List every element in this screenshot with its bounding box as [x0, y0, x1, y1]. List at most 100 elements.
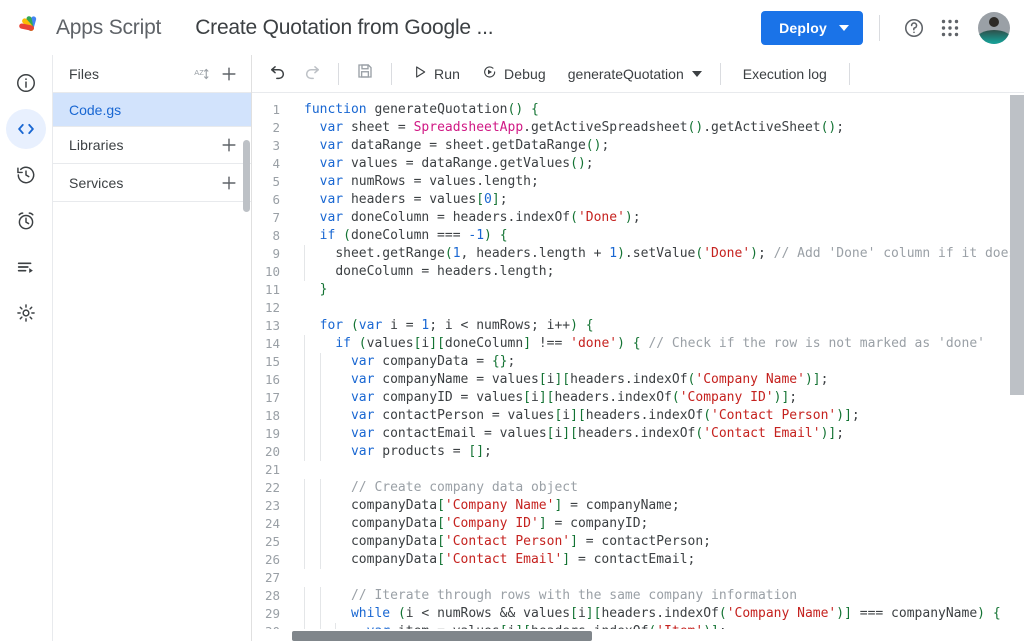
- chevron-down-icon: [839, 25, 849, 31]
- code-line[interactable]: 5 var numRows = values.length;: [252, 173, 1024, 191]
- line-content: companyData['Contact Email'] = contactEm…: [290, 551, 1024, 569]
- line-content: var contactPerson = values[i][headers.in…: [290, 407, 1024, 425]
- code-line[interactable]: 9 sheet.getRange(1, headers.length + 1).…: [252, 245, 1024, 263]
- token-pl: values: [367, 336, 414, 351]
- code-line[interactable]: 17 var companyID = values[i][headers.ind…: [252, 389, 1024, 407]
- code-line[interactable]: 22 // Create company data object: [252, 479, 1024, 497]
- token-str: 'Contact Email': [703, 426, 820, 441]
- code-line[interactable]: 12: [252, 299, 1024, 317]
- token-brk: ): [484, 228, 492, 243]
- deploy-button[interactable]: Deploy: [761, 11, 863, 45]
- code-line[interactable]: 18 var contactPerson = values[i][headers…: [252, 407, 1024, 425]
- code-text: var values = dataRange.getValues();: [304, 156, 594, 171]
- code-line[interactable]: 8 if (doneColumn === -1) {: [252, 227, 1024, 245]
- code-line[interactable]: 13 for (var i = 1; i < numRows; i++) {: [252, 317, 1024, 335]
- token-pl: [578, 318, 586, 333]
- code-line[interactable]: 4 var values = dataRange.getValues();: [252, 155, 1024, 173]
- code-line[interactable]: 7 var doneColumn = headers.indexOf('Done…: [252, 209, 1024, 227]
- line-number: 7: [252, 209, 290, 227]
- chevron-down-icon: [692, 71, 702, 77]
- run-button[interactable]: Run: [402, 59, 470, 89]
- avatar[interactable]: [978, 12, 1010, 44]
- code-text: companyData['Contact Person'] = contactP…: [304, 534, 711, 549]
- sidebar-item-executions[interactable]: [6, 247, 46, 287]
- code-line[interactable]: 24 companyData['Company ID'] = companyID…: [252, 515, 1024, 533]
- editor-vertical-scrollbar[interactable]: [1010, 95, 1024, 395]
- code-line[interactable]: 25 companyData['Contact Person'] = conta…: [252, 533, 1024, 551]
- function-select[interactable]: generateQuotation: [558, 59, 710, 89]
- editor-toolbar: Run Debug generateQuotation: [252, 55, 1024, 93]
- token-pl: [351, 336, 359, 351]
- line-content: var values = dataRange.getValues();: [290, 155, 1024, 173]
- code-line[interactable]: 11 }: [252, 281, 1024, 299]
- sidebar-item-project-history[interactable]: [6, 155, 46, 195]
- token-brk: ]: [570, 534, 578, 549]
- token-brk: [: [437, 498, 445, 513]
- code-line[interactable]: 19 var contactEmail = values[i][headers.…: [252, 425, 1024, 443]
- code-text: var contactEmail = values[i][headers.ind…: [304, 426, 844, 441]
- add-library-button[interactable]: [215, 131, 243, 159]
- line-number: 10: [252, 263, 290, 281]
- code-line[interactable]: 27: [252, 569, 1024, 587]
- code-line[interactable]: 1function generateQuotation() {: [252, 101, 1024, 119]
- token-pl: [390, 606, 398, 621]
- token-brk: )]: [821, 426, 837, 441]
- token-pl: headers = values: [343, 192, 476, 207]
- token-kw: var: [320, 120, 343, 135]
- sidebar-item-editor[interactable]: [6, 109, 46, 149]
- code-line[interactable]: 15 var companyData = {};: [252, 353, 1024, 371]
- token-kw: if: [320, 228, 336, 243]
- code-line[interactable]: 6 var headers = values[0];: [252, 191, 1024, 209]
- line-number: 13: [252, 317, 290, 335]
- sidebar-item-overview[interactable]: [6, 63, 46, 103]
- code-line[interactable]: 26 companyData['Contact Email'] = contac…: [252, 551, 1024, 569]
- code-line[interactable]: 23 companyData['Company Name'] = company…: [252, 497, 1024, 515]
- token-pl: i < numRows && values: [406, 606, 570, 621]
- code-line[interactable]: 10 doneColumn = headers.length;: [252, 263, 1024, 281]
- token-pl: ;: [836, 426, 844, 441]
- line-content: var sheet = SpreadsheetApp.getActiveSpre…: [290, 119, 1024, 137]
- sidebar-scrollbar[interactable]: [243, 140, 250, 212]
- code-editor[interactable]: 1function generateQuotation() {2 var she…: [252, 93, 1024, 641]
- apps-script-window: Apps Script Create Quotation from Google…: [0, 0, 1024, 641]
- code-line[interactable]: 16 var companyName = values[i][headers.i…: [252, 371, 1024, 389]
- editor-horizontal-scrollbar[interactable]: [292, 631, 592, 641]
- code-line[interactable]: 3 var dataRange = sheet.getDataRange();: [252, 137, 1024, 155]
- google-apps-button[interactable]: [932, 10, 968, 46]
- sort-az-icon[interactable]: AZ: [187, 60, 215, 88]
- code-line[interactable]: 14 if (values[i][doneColumn] !== 'done')…: [252, 335, 1024, 353]
- token-brk: {: [586, 318, 594, 333]
- sidebar-item-triggers[interactable]: [6, 201, 46, 241]
- token-str: 'Company Name': [695, 372, 805, 387]
- redo-button[interactable]: [296, 58, 328, 90]
- token-pl: headers.indexOf: [570, 372, 687, 387]
- libraries-panel-title: Libraries: [69, 137, 215, 153]
- line-number: 2: [252, 119, 290, 137]
- line-content: companyData['Company ID'] = companyID;: [290, 515, 1024, 533]
- debug-button[interactable]: Debug: [472, 59, 556, 89]
- project-title[interactable]: Create Quotation from Google ...: [195, 16, 493, 40]
- sidebar-item-project-settings[interactable]: [6, 293, 46, 333]
- code-line[interactable]: 21: [252, 461, 1024, 479]
- code-line[interactable]: 20 var products = [];: [252, 443, 1024, 461]
- token-pl: companyData: [351, 498, 437, 513]
- files-panel-title: Files: [69, 66, 187, 82]
- code-line[interactable]: 29 while (i < numRows && values[i][heade…: [252, 605, 1024, 623]
- token-kw: var: [351, 372, 374, 387]
- line-number: 14: [252, 335, 290, 353]
- list-item[interactable]: Code.gs: [53, 93, 251, 126]
- save-button[interactable]: [349, 58, 381, 90]
- code-line[interactable]: 2 var sheet = SpreadsheetApp.getActiveSp…: [252, 119, 1024, 137]
- add-service-button[interactable]: [215, 169, 243, 197]
- token-pl: i: [562, 408, 570, 423]
- code-line[interactable]: 28 // Iterate through rows with the same…: [252, 587, 1024, 605]
- token-pl: ;: [852, 408, 860, 423]
- add-file-button[interactable]: [215, 60, 243, 88]
- undo-button[interactable]: [262, 58, 294, 90]
- help-button[interactable]: [896, 10, 932, 46]
- execution-log-tab[interactable]: Execution log: [731, 59, 839, 89]
- token-pl: = contactPerson;: [578, 534, 711, 549]
- brand[interactable]: Apps Script: [16, 13, 161, 43]
- line-number: 25: [252, 533, 290, 551]
- code-lines[interactable]: 1function generateQuotation() {2 var she…: [252, 101, 1024, 641]
